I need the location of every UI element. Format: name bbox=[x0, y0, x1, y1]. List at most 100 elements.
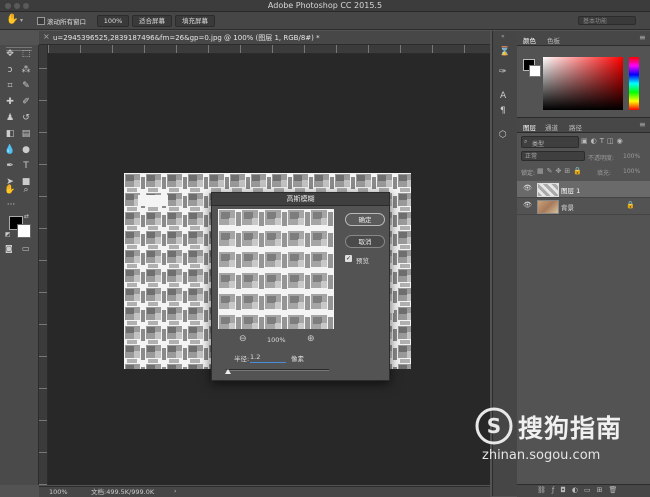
radius-unit-label: 像素 bbox=[291, 355, 304, 363]
scroll-all-windows-checkbox[interactable] bbox=[37, 17, 45, 25]
crop-tool-icon[interactable]: ⌗ bbox=[4, 81, 16, 91]
radius-input[interactable]: 1.2 bbox=[250, 353, 286, 363]
gradient-tool-icon[interactable]: ▤ bbox=[20, 129, 32, 139]
fit-screen-button[interactable]: 适合屏幕 bbox=[132, 15, 172, 27]
layer-lock-icon: 🔒 bbox=[626, 201, 635, 209]
layer-filter-kind[interactable]: ⌕ 类型 bbox=[521, 136, 579, 148]
clone-stamp-icon[interactable]: ♟ bbox=[4, 113, 16, 123]
screen-mode-icon[interactable]: ▭ bbox=[22, 244, 30, 253]
preview-label: 预览 bbox=[356, 257, 369, 265]
visibility-eye-icon[interactable]: 👁 bbox=[523, 201, 532, 209]
layer-row[interactable]: 👁 背景 🔒 bbox=[517, 198, 650, 215]
zoom-100-button[interactable]: 100% bbox=[97, 15, 129, 27]
fill-screen-button[interactable]: 填充屏幕 bbox=[175, 15, 215, 27]
zoom-in-icon[interactable]: ⊕ bbox=[307, 334, 315, 344]
zoom-out-icon[interactable]: ⊖ bbox=[239, 334, 247, 344]
svg-text:S: S bbox=[487, 414, 501, 438]
filter-type-icons[interactable]: ▣◐T◫◉ bbox=[581, 137, 626, 145]
workspace-select[interactable]: 基本功能 bbox=[578, 16, 636, 25]
lock-icons[interactable]: ▦✎✥⊞🔒 bbox=[537, 167, 585, 175]
blur-preview[interactable] bbox=[218, 209, 334, 329]
hand-tool-icon[interactable]: ✋ bbox=[6, 14, 18, 25]
color-panel-background[interactable] bbox=[529, 65, 541, 77]
visibility-eye-icon[interactable]: 👁 bbox=[523, 184, 532, 192]
zoom-tool-icon[interactable]: ⌕ bbox=[20, 185, 32, 195]
document-tab[interactable]: × u=2945396525,2839187496&fm=26&gp=0.jpg… bbox=[39, 31, 490, 45]
more-tools-icon[interactable]: ··· bbox=[5, 200, 17, 210]
close-document-icon[interactable]: × bbox=[43, 32, 50, 41]
dodge-tool-icon[interactable]: ● bbox=[20, 145, 32, 155]
tab-paths[interactable]: 路径 bbox=[569, 122, 582, 132]
layers-footer-icons[interactable]: ⛓ƒ◘◐▭⊞🗑 bbox=[537, 486, 623, 494]
eyedropper-icon[interactable]: ✎ bbox=[20, 81, 32, 91]
layer-thumbnail bbox=[537, 200, 559, 214]
brush-presets-icon[interactable]: ✑ bbox=[499, 67, 507, 77]
preview-zoom-level: 100% bbox=[267, 336, 286, 344]
marquee-tool-icon[interactable]: ⬚ bbox=[20, 49, 32, 59]
opacity-label: 不透明度: bbox=[588, 155, 615, 162]
dialog-title[interactable]: 高斯模糊 bbox=[212, 193, 389, 206]
layers-menu-icon[interactable]: ≡ bbox=[639, 120, 646, 129]
sogou-logo-icon: S bbox=[475, 407, 513, 445]
layer-name[interactable]: 图层 1 bbox=[561, 185, 580, 195]
color-field[interactable] bbox=[543, 57, 623, 110]
lasso-tool-icon[interactable]: ↄ bbox=[4, 65, 16, 75]
move-tool-icon[interactable]: ✥ bbox=[4, 49, 16, 59]
horizontal-ruler[interactable] bbox=[48, 45, 490, 54]
title-bar: Adobe Photoshop CC 2015.5 bbox=[0, 0, 650, 12]
history-icon[interactable]: ⌛ bbox=[499, 47, 510, 57]
layer-row[interactable]: 👁 图层 1 bbox=[517, 181, 650, 198]
scroll-all-windows-label: 滚动所有窗口 bbox=[47, 18, 86, 26]
swap-colors-icon[interactable]: ⇄ bbox=[24, 213, 29, 220]
blend-mode-select[interactable]: 正常 bbox=[521, 151, 585, 161]
pen-tool-icon[interactable]: ✒ bbox=[4, 161, 16, 171]
preview-checkbox[interactable]: ✓ bbox=[345, 255, 352, 262]
gaussian-blur-dialog: 高斯模糊 ⊖ 100% ⊕ 确定 取消 ✓ 预览 半径: 1.2 像素 bbox=[211, 192, 390, 381]
collapse-arrows-icon[interactable]: « bbox=[501, 33, 505, 40]
opacity-value[interactable]: 100% bbox=[623, 153, 640, 160]
eraser-icon[interactable]: ◧ bbox=[4, 129, 16, 139]
status-bar: 100% 文档:499.5K/999.0K › bbox=[39, 486, 490, 497]
fill-value[interactable]: 100% bbox=[623, 168, 640, 175]
watermark-url: zhinan.sogou.com bbox=[482, 448, 601, 463]
quick-mask-icon[interactable]: ◙ bbox=[5, 244, 13, 253]
magic-wand-icon[interactable]: ⁂ bbox=[20, 65, 32, 75]
app-title: Adobe Photoshop CC 2015.5 bbox=[267, 1, 383, 10]
layer-name[interactable]: 背景 bbox=[561, 202, 574, 212]
character-icon[interactable]: A bbox=[500, 91, 506, 101]
default-colors-icon[interactable]: ◩ bbox=[5, 231, 11, 238]
blur-tool-icon[interactable]: 💧 bbox=[4, 145, 16, 155]
type-tool-icon[interactable]: T bbox=[20, 161, 32, 171]
layers-panel-header: 图层 通道 路径 ≡ bbox=[517, 117, 650, 133]
radius-slider-thumb[interactable] bbox=[225, 369, 231, 374]
tool-preset-chevron-icon[interactable]: ▾ bbox=[20, 17, 23, 24]
layer-thumbnail bbox=[537, 183, 559, 197]
paragraph-icon[interactable]: ¶ bbox=[500, 106, 506, 116]
filter-kind-label: 类型 bbox=[532, 141, 545, 148]
tools-panel: ✥ ⬚ ↄ ⁂ ⌗ ✎ ✚ ✐ ♟ ↺ ◧ ▤ 💧 ● ✒ T ➤ ■ ✋ ⌕ … bbox=[0, 45, 39, 485]
filter-search-icon: ⌕ bbox=[524, 138, 528, 145]
options-bar: ✋ ▾ 滚动所有窗口 100% 适合屏幕 填充屏幕 bbox=[0, 12, 650, 30]
ok-button[interactable]: 确定 bbox=[345, 213, 385, 226]
3d-icon[interactable]: ⬡ bbox=[499, 130, 507, 140]
tab-swatches[interactable]: 色板 bbox=[547, 35, 560, 45]
tab-layers[interactable]: 图层 bbox=[523, 122, 536, 132]
hue-slider[interactable] bbox=[629, 57, 639, 110]
radius-slider-track[interactable] bbox=[226, 369, 329, 371]
radius-label: 半径: bbox=[234, 355, 250, 363]
color-panel-header: 颜色 色板 ≡ bbox=[517, 31, 650, 46]
healing-brush-icon[interactable]: ✚ bbox=[4, 97, 16, 107]
watermark: S 搜狗指南 zhinan.sogou.com bbox=[470, 405, 645, 465]
layers-footer: ⛓ƒ◘◐▭⊞🗑 bbox=[517, 484, 650, 497]
panel-menu-icon[interactable]: ≡ bbox=[639, 33, 646, 42]
cancel-button[interactable]: 取消 bbox=[345, 235, 385, 248]
tab-color[interactable]: 颜色 bbox=[523, 35, 536, 45]
vertical-ruler[interactable] bbox=[39, 45, 48, 485]
background-color-swatch[interactable] bbox=[17, 224, 31, 238]
watermark-brand: 搜狗指南 bbox=[518, 414, 623, 443]
history-brush-icon[interactable]: ↺ bbox=[20, 113, 32, 123]
tab-channels[interactable]: 通道 bbox=[545, 122, 558, 132]
hand-tool-icon[interactable]: ✋ bbox=[4, 185, 16, 195]
brush-tool-icon[interactable]: ✐ bbox=[20, 97, 32, 107]
lock-label: 锁定: bbox=[521, 170, 536, 177]
